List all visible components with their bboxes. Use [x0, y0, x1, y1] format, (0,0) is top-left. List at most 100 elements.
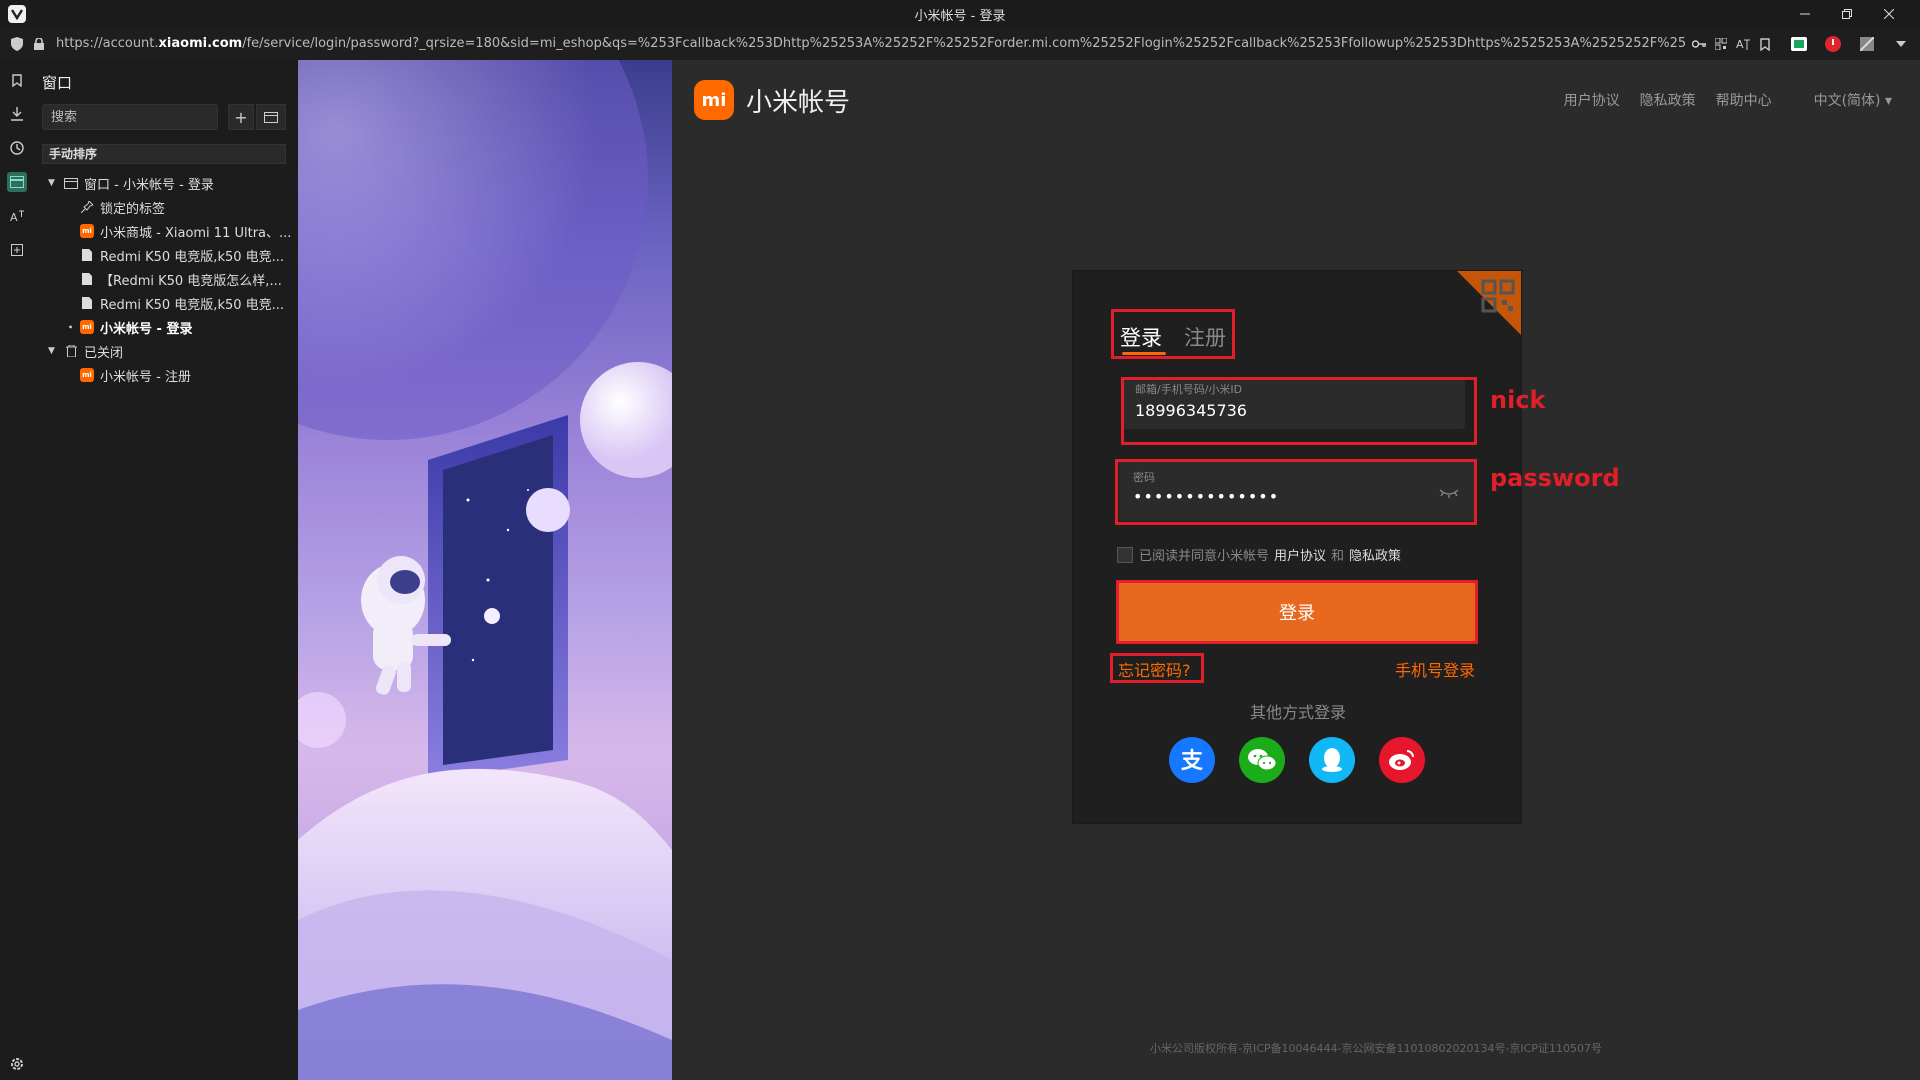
qr-code-icon[interactable]	[1481, 279, 1515, 313]
privacy-policy-link[interactable]: 隐私政策	[1349, 545, 1401, 564]
tree-tab-item[interactable]: 【Redmi K50 电竞版怎么样,...	[80, 268, 282, 290]
other-methods-title: 其他方式登录	[1249, 703, 1346, 722]
tree-tab-item[interactable]: Redmi K50 电竞版,k50 电竞...	[80, 244, 284, 266]
page-icon	[80, 248, 94, 262]
qq-icon[interactable]	[1309, 737, 1355, 783]
svg-text:A: A	[1736, 38, 1744, 51]
nick-annotation: nick	[1490, 386, 1546, 414]
mi-favicon-icon: mi	[80, 224, 94, 238]
mi-favicon-icon: mi	[80, 320, 94, 334]
chevron-down-icon[interactable]	[1892, 35, 1910, 53]
footer-copyright: 小米公司版权所有-京ICP备10046444-京公网安备110108020201…	[1150, 1042, 1602, 1055]
language-select[interactable]: 中文(简体) ▾	[1814, 90, 1892, 110]
agree-text: 已阅读并同意小米帐号	[1139, 549, 1270, 564]
chevron-down-icon[interactable]: ▼	[48, 178, 58, 188]
page-icon	[80, 296, 94, 310]
wechat-icon[interactable]	[1239, 737, 1285, 783]
svg-text:A: A	[10, 211, 18, 223]
tree-tab-item[interactable]: mi 小米商城 - Xiaomi 11 Ultra、...	[80, 220, 291, 242]
tree-closed-group[interactable]: ▼ 已关闭	[48, 340, 123, 362]
address-bar: https://account.xiaomi.com/fe/service/lo…	[0, 28, 1920, 61]
user-agreement-link[interactable]: 用户协议	[1274, 545, 1326, 564]
alipay-icon[interactable]: 支	[1169, 737, 1215, 783]
window-icon	[64, 176, 78, 190]
nav-help-center[interactable]: 帮助中心	[1716, 90, 1772, 110]
translate-panel-icon[interactable]: A	[7, 206, 27, 226]
window-controls	[1784, 0, 1910, 28]
lock-icon[interactable]	[30, 35, 48, 53]
phone-login-link[interactable]: 手机号登录	[1395, 657, 1475, 681]
chevron-down-icon[interactable]: ▼	[48, 346, 58, 356]
astronaut-illustration	[298, 60, 672, 1080]
extension-green-icon[interactable]	[1790, 35, 1808, 53]
account-annotation-box	[1121, 377, 1477, 445]
mi-logo-icon[interactable]: mi	[694, 80, 734, 120]
weibo-icon[interactable]	[1379, 737, 1425, 783]
password-annotation: password	[1490, 464, 1620, 492]
minimize-button[interactable]	[1784, 0, 1826, 28]
new-window-button[interactable]	[256, 104, 286, 130]
trash-icon	[64, 344, 78, 358]
login-button-annotation-box	[1116, 580, 1478, 644]
side-icon-strip: A	[0, 60, 34, 1080]
agreement-row: 已阅读并同意小米帐号 用户协议 和 隐私政策	[1117, 545, 1406, 564]
tree-item-label: 小米帐号 - 注册	[100, 369, 191, 385]
extension-gray-icon[interactable]	[1858, 35, 1876, 53]
key-icon[interactable]	[1690, 35, 1708, 53]
page-icon	[80, 272, 94, 286]
tree-tab-item[interactable]: Redmi K50 电竞版,k50 电竞...	[80, 292, 284, 314]
nav-user-agreement[interactable]: 用户协议	[1564, 90, 1620, 110]
url-field[interactable]: https://account.xiaomi.com/fe/service/lo…	[56, 34, 1686, 54]
downloads-panel-icon[interactable]	[7, 104, 27, 124]
panel-search-input[interactable]: 搜索	[42, 104, 218, 130]
tree-item-label: 已关闭	[84, 345, 124, 361]
shield-icon[interactable]	[8, 35, 26, 53]
translate-icon[interactable]: A	[1734, 35, 1752, 53]
extension-red-icon[interactable]	[1824, 35, 1842, 53]
password-annotation-box	[1115, 459, 1477, 525]
tab-login[interactable]: 登录	[1120, 322, 1162, 352]
qr-code-icon[interactable]	[1712, 35, 1730, 53]
nav-privacy-policy[interactable]: 隐私政策	[1640, 90, 1696, 110]
window-panel: 窗口 搜索 + 手动排序 ▼ 窗口 - 小米帐号 - 登录 锁定的标签 mi 小…	[34, 60, 299, 1080]
tab-register[interactable]: 注册	[1184, 322, 1226, 352]
add-panel-icon[interactable]	[7, 240, 27, 260]
tree-item-label: 窗口 - 小米帐号 - 登录	[84, 177, 214, 193]
close-button[interactable]	[1868, 0, 1910, 28]
tree-item-label: 【Redmi K50 电竞版怎么样,...	[100, 273, 282, 289]
window-title: 小米帐号 - 登录	[914, 8, 1006, 24]
tree-item-label: 小米商城 - Xiaomi 11 Ultra、...	[100, 225, 292, 241]
tab-active-indicator	[1122, 352, 1166, 355]
main-content: mi 小米帐号 用户协议 隐私政策 帮助中心 中文(简体) ▾ 登录 注册 邮箱…	[672, 60, 1920, 1080]
tree-pinned-item[interactable]: 锁定的标签	[80, 196, 165, 218]
brand-name: 小米帐号	[746, 87, 851, 118]
sort-dropdown[interactable]: 手动排序	[42, 144, 286, 164]
active-dot-icon: •	[68, 322, 74, 332]
agree-checkbox[interactable]	[1117, 546, 1133, 563]
history-panel-icon[interactable]	[7, 138, 27, 158]
tree-tab-item[interactable]: mi 小米帐号 - 注册	[80, 364, 191, 386]
tree-tab-item-active[interactable]: • mi 小米帐号 - 登录	[68, 316, 192, 338]
tree-item-label: 锁定的标签	[100, 201, 166, 217]
pin-icon	[80, 200, 94, 214]
login-card: 登录 注册 邮箱/手机号码/小米ID 18996345736 密码 ••••••…	[1072, 270, 1522, 824]
brand: mi 小米帐号	[694, 80, 850, 120]
agree-and: 和	[1331, 549, 1345, 564]
tree-window-item[interactable]: ▼ 窗口 - 小米帐号 - 登录	[48, 172, 214, 194]
panel-title: 窗口	[42, 74, 73, 92]
mi-favicon-icon: mi	[80, 368, 94, 382]
tree-item-label: Redmi K50 电竞版,k50 电竞...	[100, 297, 285, 313]
bookmarks-panel-icon[interactable]	[7, 70, 27, 90]
tree-item-label: Redmi K50 电竞版,k50 电竞...	[100, 249, 285, 265]
tree-item-label: 小米帐号 - 登录	[100, 321, 193, 337]
login-tabs: 登录 注册	[1111, 309, 1235, 359]
top-nav: 用户协议 隐私政策 帮助中心 中文(简体) ▾	[1544, 90, 1892, 110]
forgot-annotation-box	[1110, 653, 1204, 683]
window-panel-icon[interactable]	[7, 172, 27, 192]
vivaldi-logo-icon[interactable]	[8, 5, 26, 23]
title-bar: 小米帐号 - 登录	[0, 0, 1920, 28]
add-button[interactable]: +	[228, 104, 254, 130]
settings-gear-icon[interactable]	[9, 1056, 25, 1072]
bookmark-icon[interactable]	[1756, 35, 1774, 53]
restore-button[interactable]	[1826, 0, 1868, 28]
